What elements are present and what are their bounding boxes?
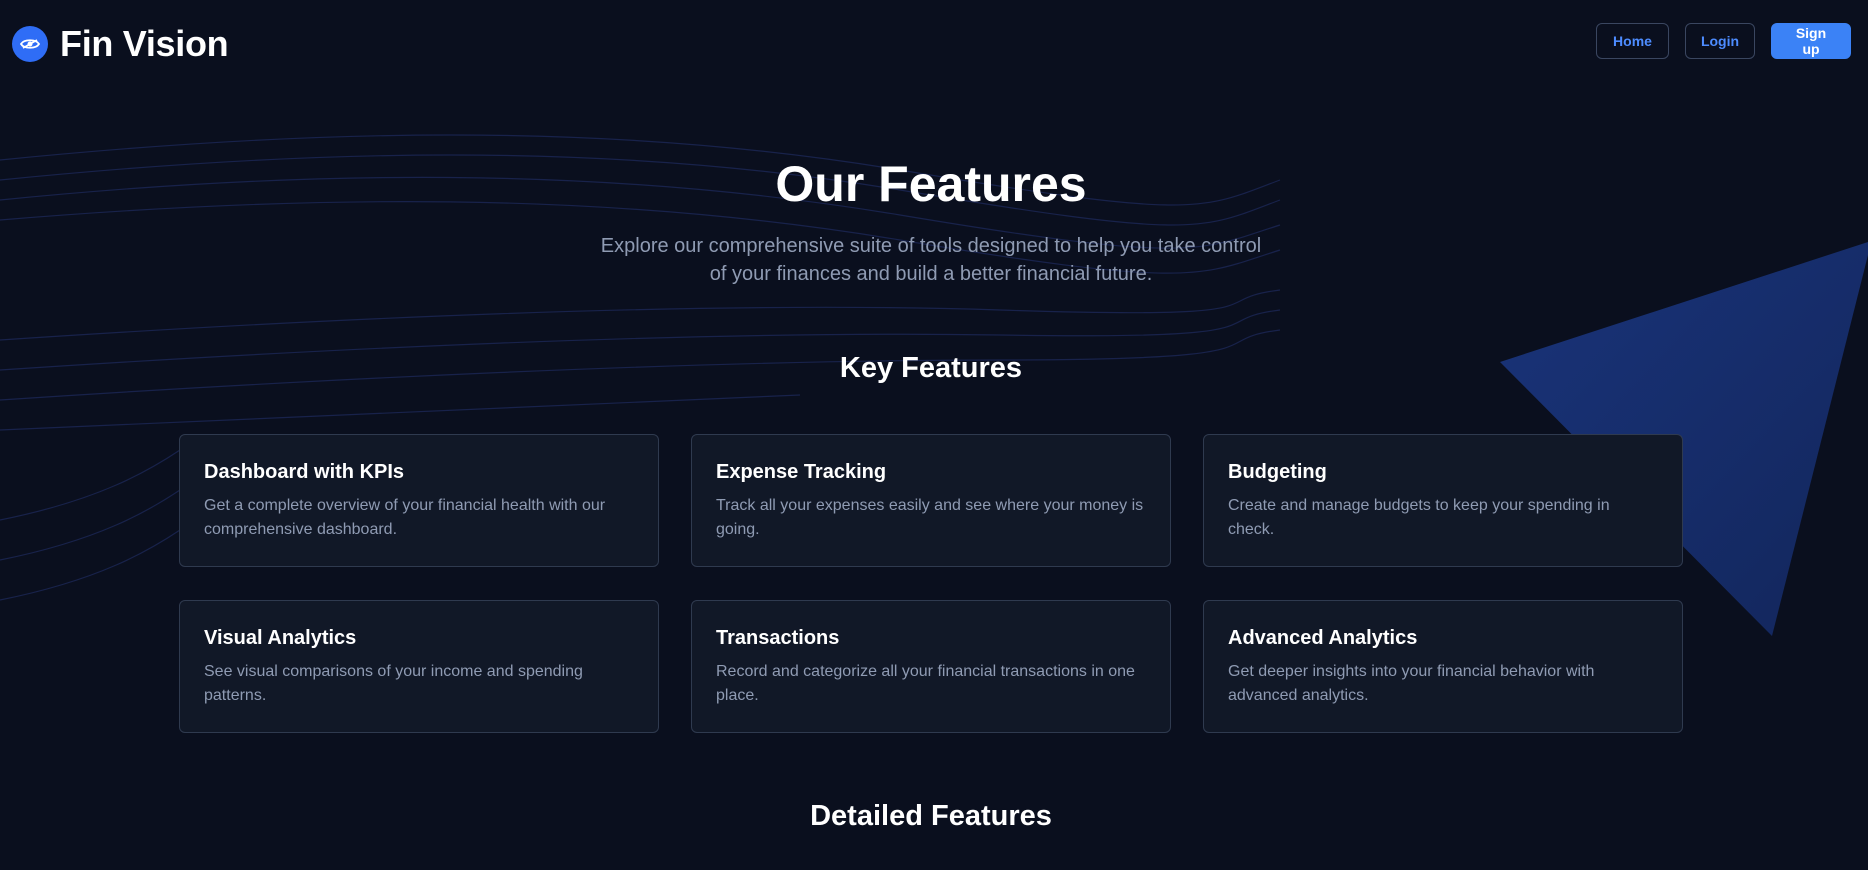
brand[interactable]: Fin Vision: [12, 22, 229, 66]
nav-links: Home Login Sign up: [1596, 23, 1851, 59]
key-features-heading: Key Features: [839, 352, 1023, 384]
login-button[interactable]: Login: [1685, 23, 1755, 59]
brand-name: Fin Vision: [60, 23, 229, 64]
feature-card-title: Visual Analytics: [204, 627, 357, 649]
feature-card-description: Create and manage budgets to keep your s…: [1228, 497, 1610, 538]
eye-icon: [12, 26, 48, 62]
top-navigation-bar: Fin Vision Home Login Sign up: [0, 0, 1868, 88]
feature-card-transactions: Transactions Record and categorize all y…: [691, 600, 1171, 733]
page-subtitle: Explore our comprehensive suite of tools…: [600, 235, 1262, 285]
feature-card-title: Advanced Analytics: [1228, 627, 1418, 649]
page-title: Our Features: [775, 156, 1087, 212]
key-features-grid: Dashboard with KPIs Get a complete overv…: [179, 434, 1683, 733]
features-page: Fin Vision Home Login Sign up Our Featur…: [0, 0, 1868, 870]
feature-card-advanced-analytics: Advanced Analytics Get deeper insights i…: [1203, 600, 1683, 733]
feature-card-description: Record and categorize all your financial…: [716, 663, 1135, 704]
feature-card-description: Get a complete overview of your financia…: [204, 497, 606, 538]
home-button[interactable]: Home: [1596, 23, 1669, 59]
feature-card-dashboard: Dashboard with KPIs Get a complete overv…: [179, 434, 659, 567]
feature-card-title: Dashboard with KPIs: [204, 461, 405, 483]
feature-card-title: Transactions: [716, 627, 840, 649]
feature-card-visual-analytics: Visual Analytics See visual comparisons …: [179, 600, 659, 733]
feature-card-description: Get deeper insights into your financial …: [1228, 663, 1595, 704]
signup-button[interactable]: Sign up: [1771, 23, 1851, 59]
feature-card-budgeting: Budgeting Create and manage budgets to k…: [1203, 434, 1683, 567]
feature-card-description: Track all your expenses easily and see w…: [716, 497, 1144, 538]
feature-card-description: See visual comparisons of your income an…: [204, 663, 583, 704]
feature-card-title: Expense Tracking: [716, 461, 887, 483]
feature-card-title: Budgeting: [1228, 461, 1327, 483]
detailed-features-heading: Detailed Features: [810, 800, 1052, 832]
feature-card-expense-tracking: Expense Tracking Track all your expenses…: [691, 434, 1171, 567]
